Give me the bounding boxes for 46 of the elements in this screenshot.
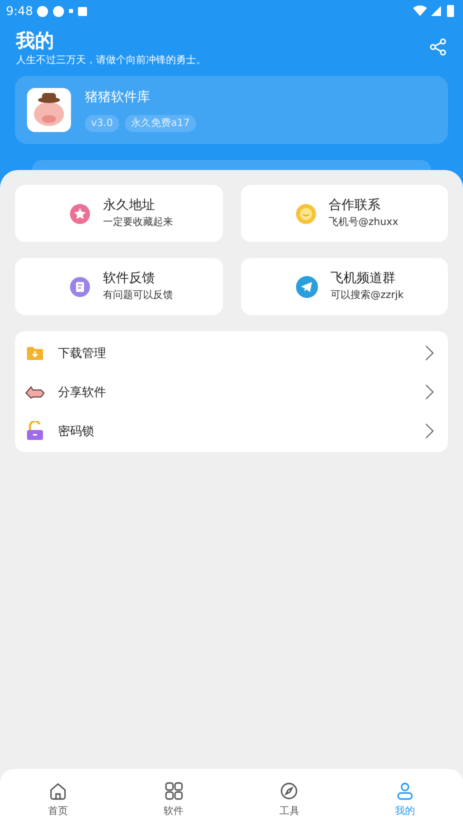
smile-badge-icon [294,202,316,224]
notification-icon [36,6,48,16]
app-name: 猪猪软件库 [85,88,151,107]
card-subtitle: 可以搜索@zzrjk [330,288,404,302]
padlock-icon [26,420,44,440]
notification-icon [52,6,64,16]
chevron-icon [425,344,434,360]
menu-item[interactable]: 下载管理 [15,333,448,372]
nav-tab[interactable]: 软件 [116,769,232,823]
card-title: 永久地址 [103,196,156,214]
menu-item[interactable]: 分享软件 [15,372,448,411]
card-title: 合作联系 [328,196,382,214]
card-subtitle: 一定要收藏起来 [103,216,173,230]
menu-label: 密码锁 [58,422,95,440]
note-badge-icon [69,276,91,298]
pig-avatar [27,88,71,132]
nav-tab[interactable]: 工具 [232,769,348,823]
menu-item[interactable]: 密码锁 [15,411,448,450]
nav-tab[interactable]: 首页 [0,769,116,823]
shortcut-card[interactable]: 软件反馈 有问题可以反馈 [15,258,222,315]
status-time: 9:48 [6,3,33,20]
signal-battery-icons [413,5,457,17]
share-icon[interactable] [429,38,447,56]
menu-label: 下载管理 [58,344,107,362]
card-subtitle: 有问题可以反馈 [103,288,173,302]
folder-download-icon [26,344,44,360]
shortcut-card[interactable]: 合作联系 飞机号@zhuxx [240,185,448,242]
chevron-icon [425,422,434,438]
arrow-icon [25,384,45,398]
shortcut-card[interactable]: 飞机频道群 可以搜索@zzrjk [240,258,448,315]
card-title: 软件反馈 [103,270,156,288]
page-subtitle: 人生不过三万天，请做个向前冲锋的勇士。 [16,54,207,68]
menu-label: 分享软件 [58,384,107,400]
tag: v3.0 [85,115,119,132]
tag: 永久免费a17 [124,115,196,132]
grid-icon [164,782,183,800]
card-title: 飞机频道群 [330,270,396,288]
home-icon [48,782,67,800]
compass-icon [280,782,298,800]
shortcut-card[interactable]: 永久地址 一定要收藏起来 [15,185,222,242]
user-icon [396,782,414,800]
star-badge-icon [69,202,91,224]
paper-plane-badge-icon [294,274,318,298]
card-subtitle: 飞机号@zhuxx [328,216,398,230]
chevron-icon [425,384,434,400]
page-title: 我的 [16,29,55,54]
